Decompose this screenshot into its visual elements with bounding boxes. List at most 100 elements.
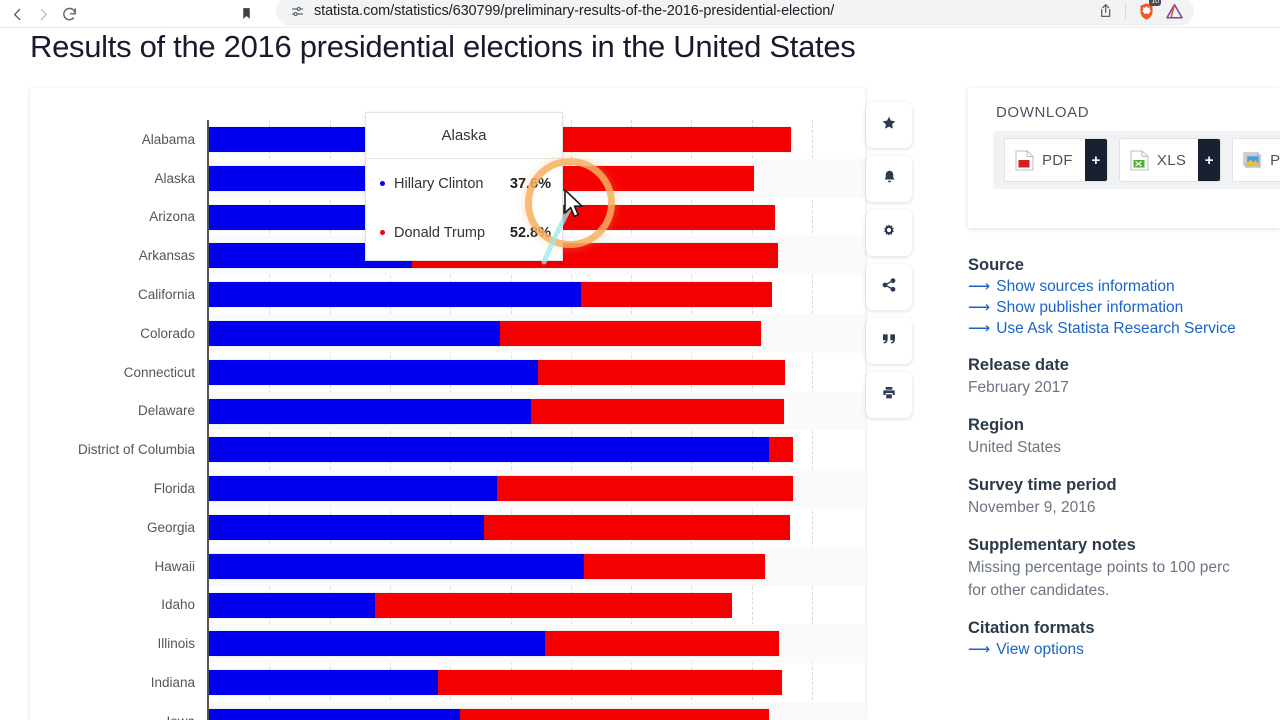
gear-icon [881, 223, 897, 244]
meta-survey-value: November 9, 2016 [968, 499, 1096, 516]
reload-icon[interactable] [56, 1, 82, 27]
meta-notes-line1: Missing percentage points to 100 perc [968, 559, 1230, 576]
brave-rewards-triangle-icon[interactable] [1162, 0, 1186, 23]
cite-button[interactable] [866, 318, 912, 364]
download-png-label: PNG [1270, 151, 1280, 169]
bar-segment-clinton[interactable] [209, 320, 500, 346]
bar-segment-clinton[interactable] [209, 553, 585, 579]
bar-segment-trump[interactable] [545, 631, 780, 657]
settings-button[interactable] [866, 210, 912, 256]
mouse-cursor [564, 189, 583, 218]
favorite-button[interactable] [866, 102, 912, 148]
link-ask-statista[interactable]: ⟶ Use Ask Statista Research Service [968, 319, 1280, 338]
arrow-icon: ⟶ [968, 278, 991, 295]
chart-row[interactable]: Hawaii [30, 546, 865, 586]
meta-release-heading: Release date [968, 356, 1069, 374]
url-bar[interactable]: statista.com/statistics/630799/prelimina… [276, 0, 1194, 26]
bell-icon [882, 169, 897, 190]
tooltip-series-name: Donald Trump [394, 224, 486, 241]
bar-segment-trump[interactable] [531, 398, 784, 424]
chart-row[interactable]: Florida [30, 469, 865, 508]
bar-segment-clinton[interactable] [209, 708, 461, 720]
bar-segment-clinton[interactable] [209, 670, 438, 696]
chart-row[interactable]: Idaho [30, 586, 865, 625]
bar-segment-trump[interactable] [460, 708, 769, 720]
arrow-icon: ⟶ [968, 320, 991, 337]
meta-region-block: Region United States [968, 416, 1280, 458]
chart-row[interactable]: Connecticut [30, 353, 865, 392]
bar-segment-clinton[interactable] [209, 437, 769, 463]
download-png-button[interactable]: PNG + [1232, 138, 1280, 182]
url-text: statista.com/statistics/630799/prelimina… [314, 3, 835, 19]
bar-segment-clinton[interactable] [209, 514, 484, 540]
chart-action-toolbar [866, 102, 912, 426]
printer-icon [881, 385, 897, 406]
y-axis-label: Connecticut [123, 364, 195, 380]
back-arrow-icon[interactable] [4, 1, 30, 27]
xls-file-icon [1130, 150, 1149, 171]
page-content: Results of the 2016 presidential electio… [0, 28, 1280, 720]
chart-row[interactable]: Iowa [30, 701, 865, 720]
meta-release-value: February 2017 [968, 379, 1069, 396]
chart-row[interactable]: California [30, 275, 865, 314]
download-pdf-plus[interactable]: + [1084, 139, 1107, 181]
arrow-icon: ⟶ [968, 641, 991, 658]
bar-segment-trump[interactable] [374, 592, 732, 618]
share-button[interactable] [866, 264, 912, 310]
bar-segment-trump[interactable] [581, 282, 772, 308]
bar-segment-trump[interactable] [499, 320, 761, 346]
bar-segment-trump[interactable] [584, 553, 765, 579]
print-button[interactable] [866, 372, 912, 418]
bookmark-icon[interactable] [236, 1, 256, 25]
chart-row[interactable]: Illinois [30, 624, 865, 664]
download-xls-plus[interactable]: + [1198, 139, 1221, 181]
link-view-options[interactable]: ⟶ View options [968, 640, 1280, 659]
chart-row[interactable]: Delaware [30, 391, 865, 431]
meta-notes-block: Supplementary notes Missing percentage p… [968, 536, 1280, 601]
browser-chrome: statista.com/statistics/630799/prelimina… [0, 0, 1280, 28]
bar-segment-trump[interactable] [437, 670, 783, 696]
y-axis-label: Arkansas [138, 248, 195, 264]
y-axis-label: Georgia [146, 519, 195, 535]
site-settings-icon[interactable] [284, 0, 310, 24]
link-label: Show sources information [996, 278, 1175, 295]
toolbar-divider [1125, 3, 1126, 19]
y-axis-label: Idaho [161, 597, 195, 613]
link-show-publisher[interactable]: ⟶ Show publisher information [968, 298, 1280, 317]
link-label: Show publisher information [996, 299, 1184, 316]
right-sidebar: DOWNLOAD PDF + XLS + P Source ⟶ Show sou… [968, 88, 1280, 720]
arrow-icon: ⟶ [968, 299, 991, 316]
download-pdf-button[interactable]: PDF + [1004, 138, 1108, 182]
bar-segment-clinton[interactable] [209, 476, 498, 502]
bar-segment-clinton[interactable] [209, 398, 531, 424]
forward-arrow-icon[interactable] [30, 1, 56, 27]
bar-segment-clinton[interactable] [209, 282, 582, 308]
meta-region-heading: Region [968, 416, 1024, 434]
brave-shield-icon[interactable]: 10 [1134, 0, 1161, 23]
quote-icon [881, 332, 897, 351]
link-label: Use Ask Statista Research Service [996, 320, 1236, 337]
meta-release-block: Release date February 2017 [968, 356, 1280, 398]
meta-notes-heading: Supplementary notes [968, 536, 1136, 554]
bar-segment-trump[interactable] [483, 514, 791, 540]
share-icon[interactable] [1093, 0, 1117, 23]
bar-segment-trump[interactable] [768, 437, 794, 463]
bar-segment-trump[interactable] [538, 359, 785, 385]
y-axis-label: Alaska [154, 170, 195, 186]
chart-row[interactable]: Colorado [30, 313, 865, 353]
shield-count-badge: 10 [1149, 0, 1161, 6]
chart-row[interactable]: District of Columbia [30, 430, 865, 469]
y-axis-label: Alabama [141, 131, 195, 147]
chart-row[interactable]: Indiana [30, 663, 865, 702]
y-axis-label: Indiana [150, 675, 195, 691]
link-show-sources[interactable]: ⟶ Show sources information [968, 277, 1280, 296]
download-pdf-label: PDF [1042, 151, 1073, 169]
star-icon [881, 115, 897, 136]
bar-segment-clinton[interactable] [209, 631, 546, 657]
bar-segment-clinton[interactable] [209, 359, 539, 385]
bar-segment-trump[interactable] [497, 476, 793, 502]
chart-row[interactable]: Georgia [30, 508, 865, 547]
alert-button[interactable] [866, 156, 912, 202]
download-xls-button[interactable]: XLS + [1118, 138, 1222, 182]
bar-segment-clinton[interactable] [209, 592, 375, 618]
